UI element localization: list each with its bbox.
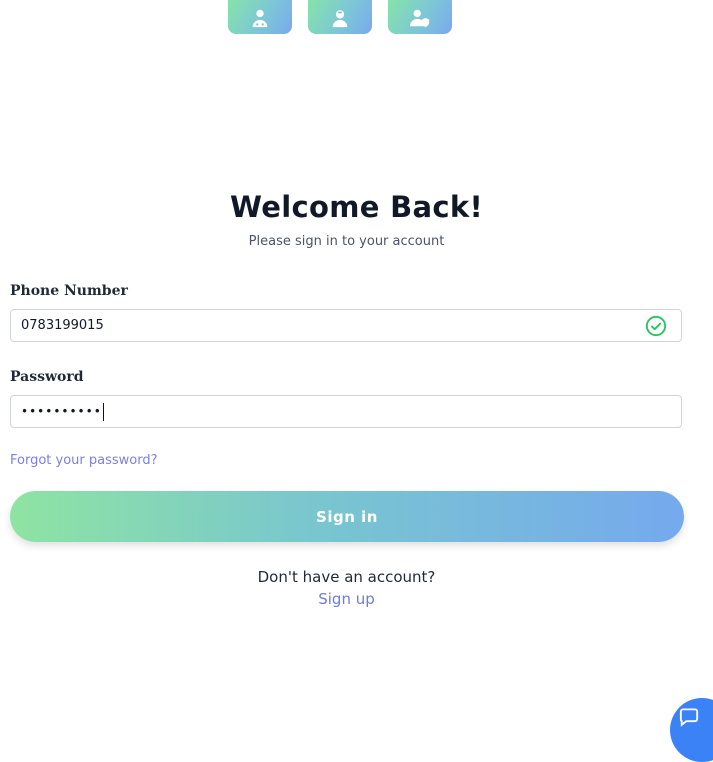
no-account-text: Don't have an account? [257, 568, 436, 586]
nurse-icon [332, 10, 348, 28]
password-value: •••••••••• [21, 404, 102, 418]
doctor-icon [252, 9, 268, 28]
page-subtitle: Please sign in to your account [248, 234, 445, 249]
phone-number-label: Phone Number [10, 283, 128, 299]
sign-in-button[interactable]: Sign in [10, 491, 684, 542]
valid-check-icon [645, 315, 667, 336]
password-label: Password [10, 369, 84, 385]
page-title: Welcome Back! [230, 190, 483, 224]
admin-shield-icon [409, 9, 430, 28]
chat-icon [679, 708, 699, 727]
role-tile-nurse[interactable] [308, 0, 372, 34]
phone-number-field[interactable]: 0783199015 [10, 309, 682, 342]
forgot-password-link[interactable]: Forgot your password? [10, 453, 158, 468]
role-tile-doctor[interactable] [228, 0, 292, 34]
role-selector [228, 0, 452, 34]
text-cursor [102, 402, 105, 421]
password-field[interactable]: •••••••••• [10, 395, 682, 428]
sign-up-link[interactable]: Sign up [0, 590, 693, 608]
chat-button[interactable] [670, 698, 713, 762]
role-tile-admin[interactable] [388, 0, 452, 34]
phone-number-value: 0783199015 [21, 318, 104, 333]
